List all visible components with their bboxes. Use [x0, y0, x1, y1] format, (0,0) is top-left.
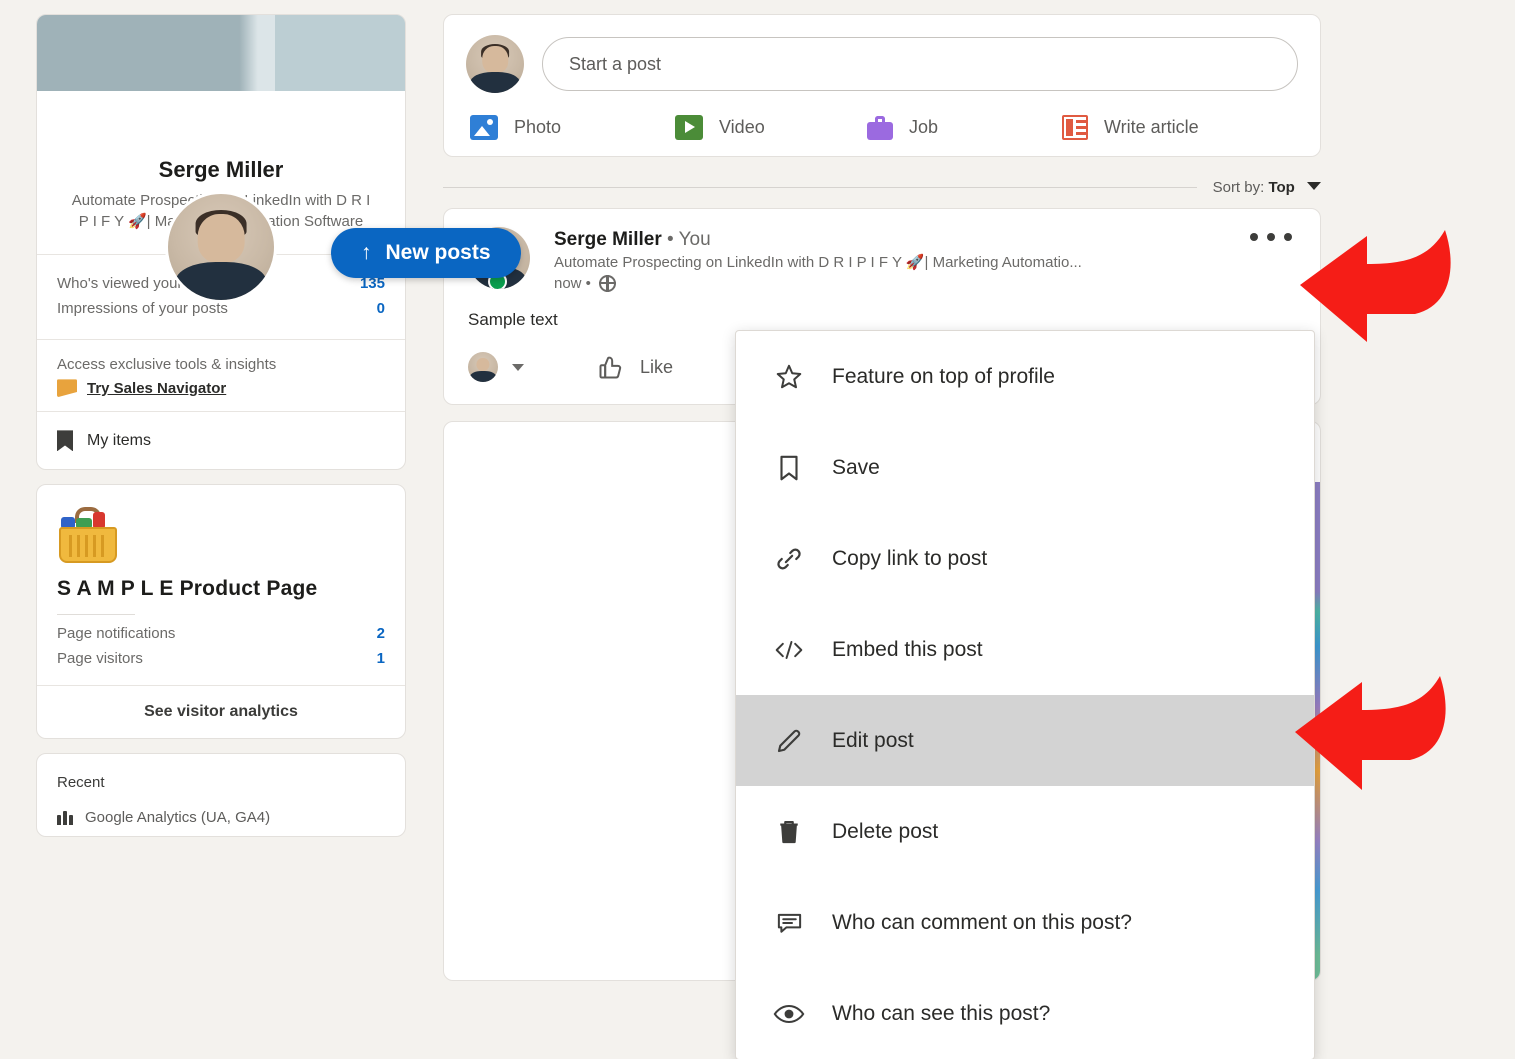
tools-section: Access exclusive tools & insights Try Sa…: [37, 340, 405, 411]
composer-write-article-button[interactable]: Write article: [1062, 115, 1199, 140]
up-arrow-icon: ↑: [361, 241, 372, 264]
sort-bar: Sort by: Top: [443, 179, 1321, 196]
my-items-label: My items: [87, 431, 151, 449]
like-button[interactable]: Like: [596, 353, 673, 381]
menu-item-label: Feature on top of profile: [832, 364, 1055, 388]
menu-item-label: Embed this post: [832, 637, 983, 661]
pencil-icon: [772, 726, 806, 756]
menu-item-feature-on-top-of-profile[interactable]: Feature on top of profile: [736, 331, 1314, 422]
composer-photo-button[interactable]: Photo: [470, 115, 675, 140]
recent-item-label: Google Analytics (UA, GA4): [85, 809, 271, 827]
product-page-title[interactable]: S A M P L E Product Page: [57, 577, 385, 601]
menu-item-label: Who can comment on this post?: [832, 910, 1132, 934]
try-sales-navigator-link[interactable]: Try Sales Navigator: [87, 380, 226, 397]
stat-page-visitors[interactable]: Page visitors 1: [57, 646, 385, 671]
sort-by-control[interactable]: Sort by: Top: [1213, 179, 1321, 196]
stat-label: Impressions of your posts: [57, 300, 228, 318]
post-author[interactable]: Serge Miller • You: [554, 229, 1082, 251]
stat-value: 1: [376, 650, 385, 668]
sales-navigator-icon: [57, 379, 77, 398]
divider: [57, 614, 135, 616]
sort-by-label: Sort by:: [1212, 179, 1265, 196]
thumbs-up-icon: [599, 356, 622, 379]
left-sidebar: Serge Miller Automate Prospecting on Lin…: [36, 14, 406, 851]
menu-item-label: Delete post: [832, 819, 939, 843]
menu-item-save[interactable]: Save: [736, 422, 1314, 513]
menu-item-copy-link-to-post[interactable]: Copy link to post: [736, 513, 1314, 604]
profile-banner: [37, 15, 405, 91]
job-icon: [867, 115, 893, 140]
stat-label: Page notifications: [57, 625, 176, 643]
post-body-text: Sample text: [468, 310, 558, 329]
product-page-card: S A M P L E Product Page Page notificati…: [36, 484, 406, 740]
menu-item-label: Edit post: [832, 728, 914, 752]
trash-icon: [772, 817, 806, 847]
composer-action-label: Job: [909, 117, 939, 137]
start-post-input[interactable]: Start a post: [542, 37, 1298, 91]
menu-item-who-can-comment[interactable]: Who can comment on this post?: [736, 877, 1314, 968]
photo-icon: [470, 115, 498, 140]
post-author-headline: Automate Prospecting on LinkedIn with D …: [554, 254, 1082, 271]
menu-item-label: Save: [832, 455, 880, 479]
menu-item-edit-post[interactable]: Edit post: [736, 695, 1314, 786]
annotation-arrow-to-more-options: [1295, 228, 1485, 353]
menu-item-who-can-see[interactable]: Who can see this post?: [736, 968, 1314, 1059]
recent-card: Recent Google Analytics (UA, GA4): [36, 753, 406, 838]
globe-icon: [598, 275, 616, 292]
sort-by-value: Top: [1268, 179, 1295, 196]
tools-label: Access exclusive tools & insights: [57, 356, 277, 374]
divider: [443, 187, 1197, 188]
stat-page-notifications[interactable]: Page notifications 2: [57, 621, 385, 646]
link-icon: [772, 544, 806, 574]
post-composer: Start a post Photo Video Job Write artic…: [443, 14, 1321, 157]
post-timestamp: now •: [554, 275, 591, 292]
article-icon: [1062, 115, 1088, 140]
post-author-suffix: • You: [667, 229, 711, 250]
annotation-arrow-to-edit-post: [1290, 672, 1480, 802]
menu-item-embed-this-post[interactable]: Embed this post: [736, 604, 1314, 695]
new-posts-label: New posts: [385, 241, 491, 264]
avatar[interactable]: [468, 352, 498, 382]
group-icon: [57, 810, 73, 826]
my-items-row[interactable]: My items: [37, 412, 405, 469]
chevron-down-icon: [1307, 182, 1321, 190]
recent-title: Recent: [57, 774, 105, 792]
composer-video-button[interactable]: Video: [675, 115, 867, 140]
avatar[interactable]: [165, 191, 277, 303]
menu-item-label: Who can see this post?: [832, 1001, 1051, 1025]
chevron-down-icon[interactable]: [512, 363, 524, 371]
menu-item-delete-post[interactable]: Delete post: [736, 786, 1314, 877]
new-posts-button[interactable]: ↑ New posts: [331, 228, 521, 278]
composer-job-button[interactable]: Job: [867, 115, 1062, 140]
stat-value: 0: [376, 300, 385, 318]
video-icon: [675, 115, 703, 140]
star-icon: [772, 362, 806, 392]
linkedin-feed-page: Serge Miller Automate Prospecting on Lin…: [0, 0, 1515, 1059]
recent-item-google-analytics[interactable]: Google Analytics (UA, GA4): [57, 809, 385, 826]
bookmark-icon: [772, 453, 806, 483]
post-options-dropdown: Feature on top of profile Save Copy link…: [735, 330, 1315, 1059]
more-options-icon[interactable]: [1244, 227, 1298, 247]
like-label: Like: [640, 356, 674, 377]
comment-icon: [772, 908, 806, 938]
stat-label: Page visitors: [57, 650, 143, 668]
profile-name: Serge Miller: [158, 157, 284, 182]
post-author-name: Serge Miller: [554, 229, 662, 250]
composer-action-label: Photo: [514, 117, 562, 137]
stat-value: 2: [376, 625, 385, 643]
composer-action-label: Video: [719, 117, 765, 137]
composer-action-label: Write article: [1104, 117, 1199, 137]
menu-item-label: Copy link to post: [832, 546, 988, 570]
avatar[interactable]: [466, 35, 524, 93]
see-visitor-analytics-button[interactable]: See visitor analytics: [37, 686, 405, 738]
post-timestamp-row: now •: [554, 275, 1082, 292]
code-icon: [772, 635, 806, 665]
bookmark-icon: [57, 430, 73, 452]
shopping-basket-icon: [57, 505, 119, 564]
eye-icon: [772, 999, 806, 1029]
